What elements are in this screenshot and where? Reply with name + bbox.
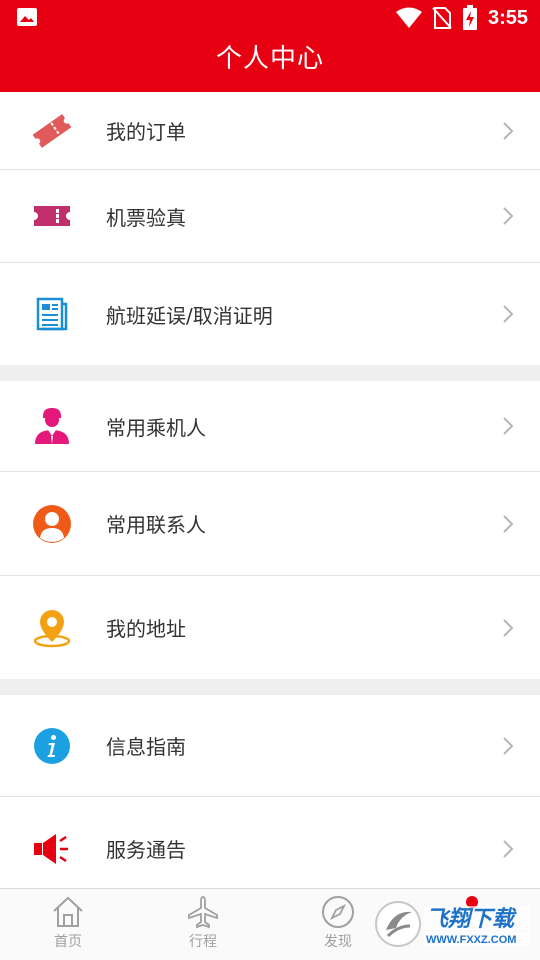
chevron-right-icon: [503, 417, 514, 435]
chevron-right-icon: [503, 839, 514, 858]
menu-item-delay-certificate[interactable]: 航班延误/取消证明: [0, 263, 540, 365]
menu-item-label: 我的地址: [106, 617, 186, 641]
chevron-right-icon: [503, 514, 514, 533]
tab-label: 首页: [54, 934, 82, 950]
info-icon: [32, 726, 72, 766]
menu-item-label: 服务通告: [106, 838, 186, 862]
chevron-right-icon: [503, 121, 514, 140]
watermark-logo: 飞翔下载 WWW.FXXZ.COM: [374, 896, 534, 952]
plane-icon: [188, 896, 218, 929]
menu-item-my-orders[interactable]: 我的订单: [0, 92, 540, 170]
wifi-icon: [395, 7, 422, 28]
tab-itinerary[interactable]: 行程: [153, 889, 253, 960]
home-icon: [53, 896, 83, 927]
menu-item-frequent-passengers[interactable]: 常用乘机人: [0, 381, 540, 472]
location-pin-icon: [32, 608, 72, 648]
clock: 3:55: [487, 6, 528, 29]
svg-text:WWW.FXXZ.COM: WWW.FXXZ.COM: [426, 934, 516, 946]
section-divider: [0, 679, 540, 695]
no-sim-icon: [432, 7, 452, 29]
status-bar: 3:55: [0, 0, 540, 36]
battery-charging-icon: [462, 5, 477, 30]
chevron-right-icon: [503, 736, 514, 755]
chevron-right-icon: [503, 305, 514, 323]
menu-group-info: 信息指南 服务通告: [0, 695, 540, 888]
image-notification-icon: [17, 8, 37, 26]
menu-item-ticket-verify[interactable]: 机票验真: [0, 170, 540, 263]
menu-item-my-address[interactable]: 我的地址: [0, 576, 540, 679]
section-divider: [0, 365, 540, 381]
contact-icon: [32, 504, 72, 544]
menu-item-label: 机票验真: [106, 205, 186, 230]
tab-discover[interactable]: 发现: [288, 889, 388, 960]
menu-item-label: 航班延误/取消证明: [106, 303, 273, 328]
document-icon: [32, 294, 72, 334]
menu-group-orders: 我的订单 机票验真 航班延误/取消证明: [0, 92, 540, 365]
ticket-icon: [32, 111, 72, 151]
tab-home[interactable]: 首页: [18, 889, 118, 960]
passenger-icon: [32, 406, 72, 446]
menu-item-label: 信息指南: [106, 735, 186, 759]
compass-icon: [322, 896, 354, 928]
menu-item-frequent-contacts[interactable]: 常用联系人: [0, 472, 540, 576]
tab-label: 发现: [324, 934, 352, 950]
boarding-pass-icon: [32, 196, 72, 236]
menu-item-info-guide[interactable]: 信息指南: [0, 695, 540, 797]
megaphone-icon: [32, 829, 72, 869]
tab-label: 行程: [189, 934, 217, 950]
menu-item-label: 常用联系人: [106, 513, 206, 537]
menu-group-contacts: 常用乘机人 常用联系人 我的地址: [0, 381, 540, 679]
menu-item-label: 我的订单: [106, 120, 186, 144]
menu-list: 我的订单 机票验真 航班延误/取消证明 常用乘机人 常用联系人 我的地址 信息指…: [0, 92, 540, 888]
svg-text:飞翔下载: 飞翔下载: [426, 907, 517, 932]
chevron-right-icon: [503, 618, 514, 637]
menu-item-service-notice[interactable]: 服务通告: [0, 797, 540, 888]
menu-item-label: 常用乘机人: [106, 415, 206, 440]
chevron-right-icon: [503, 207, 514, 225]
page-title: 个人中心: [0, 36, 540, 92]
